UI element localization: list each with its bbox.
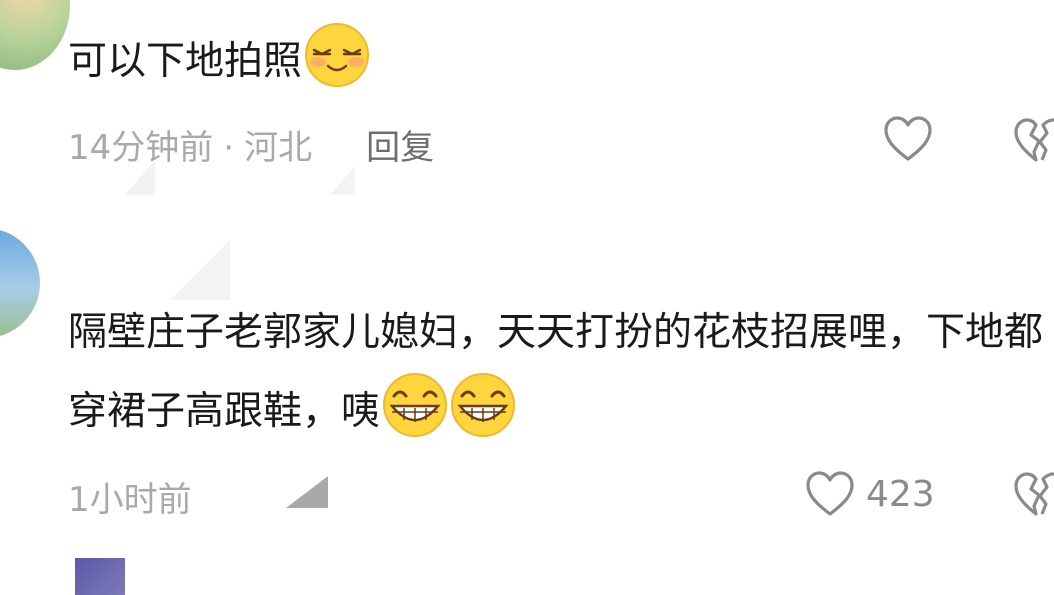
user-avatar[interactable] (75, 558, 125, 595)
comment-meta: 1小时前 (68, 472, 192, 521)
user-avatar[interactable] (0, 0, 70, 70)
comment-body: 隔壁庄子老郭家儿媳妇，天天打扮的花枝招展哩，下地都穿裙子高跟鞋，咦 (68, 310, 1044, 434)
comment-text: 隔壁庄子老郭家儿媳妇，天天打扮的花枝招展哩，下地都穿裙子高跟鞋，咦 (68, 294, 1053, 451)
like-button[interactable] (882, 114, 934, 164)
like-button[interactable]: 423 (804, 469, 935, 519)
grinning-emoji (383, 373, 448, 437)
like-count: 423 (866, 473, 935, 515)
grinning-emoji (451, 373, 516, 437)
comment-time: 1小时前 (68, 480, 192, 520)
watermark-shape (125, 160, 355, 300)
heart-outline-icon (806, 471, 854, 516)
comment-body: 可以下地拍照 (68, 39, 303, 84)
smiling-eyes-closed-emoji (305, 23, 370, 87)
heart-outline-icon (884, 116, 932, 161)
user-avatar[interactable] (0, 228, 40, 338)
dislike-button[interactable] (1012, 116, 1054, 170)
dislike-button[interactable] (1012, 470, 1054, 524)
watermark-shape (228, 474, 478, 514)
comment-text: 可以下地拍照 (68, 22, 370, 101)
broken-heart-icon (1014, 118, 1054, 162)
comment-list: 可以下地拍照 14分钟前 · 河北 回复 隔壁庄子老郭家儿媳妇，天天打扮的花枝招… (0, 0, 1054, 595)
broken-heart-icon (1014, 472, 1054, 516)
reply-button[interactable]: 回复 (366, 128, 434, 168)
